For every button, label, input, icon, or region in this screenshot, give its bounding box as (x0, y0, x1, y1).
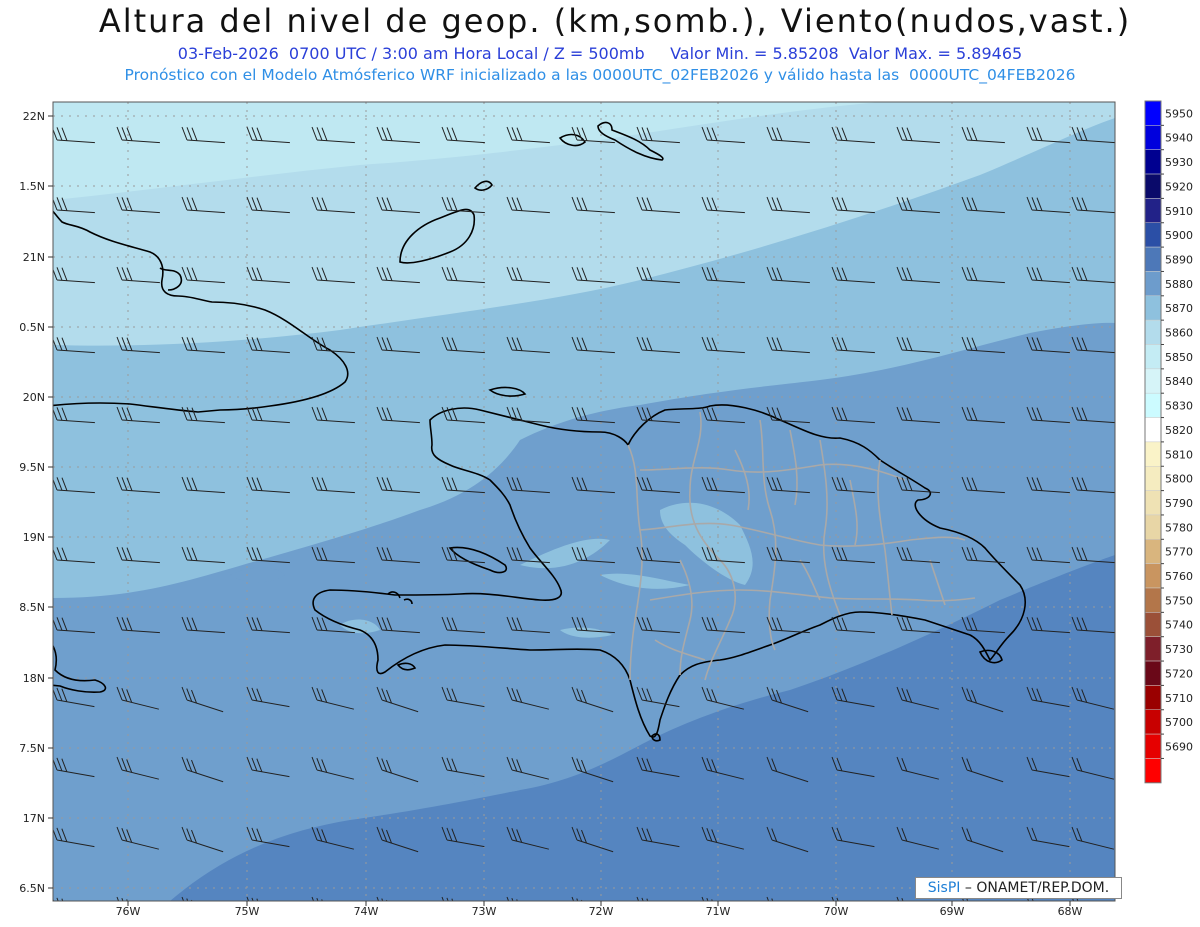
lat-tick-label: 21N (23, 251, 45, 264)
colorbar-label: 5820 (1165, 424, 1193, 437)
colorbar-swatch (1144, 125, 1162, 150)
colorbar-label: 5920 (1165, 180, 1193, 193)
colorbar-label: 5740 (1165, 619, 1193, 632)
lat-tick-label: 20N (23, 391, 45, 404)
lat-tick-label: 7.5N (19, 742, 45, 755)
lon-tick-label: 70W (824, 905, 849, 918)
colorbar-swatch (1144, 636, 1162, 662)
colorbar-label: 5840 (1165, 375, 1193, 388)
colorbar-label: 5910 (1165, 205, 1193, 218)
forecast-map: 22N 1.5N 21N 0.5N 20N 9.5N 19N 8.5N 18N 7.5N 17N 6.… (19, 100, 1193, 918)
colorbar-swatch (1144, 173, 1162, 199)
lon-tick-label: 76W (116, 905, 141, 918)
colorbar-swatch (1144, 368, 1162, 394)
lat-tick-label: 8.5N (19, 601, 45, 614)
colorbar-label: 5690 (1165, 740, 1193, 753)
colorbar-swatch (1144, 319, 1162, 345)
colorbar-swatch (1144, 514, 1162, 540)
lon-tick-label: 75W (235, 905, 260, 918)
colorbar-label: 5730 (1165, 643, 1193, 656)
colorbar-swatch (1144, 246, 1162, 272)
lat-tick-label: 9.5N (19, 461, 45, 474)
colorbar-label: 5770 (1165, 546, 1193, 559)
longitude-labels: 76W 75W 74W 73W 72W 71W 70W 69W 68W (116, 901, 1083, 918)
colorbar-label: 5890 (1165, 253, 1193, 266)
colorbar-label: 5850 (1165, 351, 1193, 364)
credit-org: – ONAMET/REP.DOM. (960, 880, 1110, 896)
lon-tick-label: 71W (706, 905, 731, 918)
colorbar-label: 5760 (1165, 570, 1193, 583)
lat-tick-label: 22N (23, 110, 45, 123)
colorbar-label: 5710 (1165, 692, 1193, 705)
colorbar-label: 5860 (1165, 327, 1193, 340)
colorbar-label: 5780 (1165, 521, 1193, 534)
colorbar-label: 5900 (1165, 229, 1193, 242)
colorbar-swatch (1144, 685, 1162, 711)
colorbar-swatch (1144, 587, 1162, 613)
colorbar-swatch (1144, 758, 1162, 784)
lat-tick-label: 19N (23, 531, 45, 544)
colorbar-swatch (1144, 733, 1162, 759)
colorbar-label: 5930 (1165, 156, 1193, 169)
lon-tick-label: 72W (589, 905, 614, 918)
colorbar-label: 5880 (1165, 278, 1193, 291)
colorbar-swatch (1144, 563, 1162, 589)
lon-tick-label: 73W (472, 905, 497, 918)
colorbar-swatch (1144, 271, 1162, 297)
colorbar-swatch (1144, 490, 1162, 516)
colorbar-swatch (1144, 222, 1162, 248)
colorbar-swatch (1144, 660, 1162, 686)
credit-box: SisPI – ONAMET/REP.DOM. (915, 877, 1122, 899)
colorbar: 5950 5940 5930 5920 5910 5900 5890 5880 5870 5860… (1144, 100, 1193, 784)
colorbar-swatch (1144, 612, 1162, 637)
geopotential-field (53, 102, 1115, 901)
lon-tick-label: 69W (940, 905, 965, 918)
colorbar-label: 5800 (1165, 473, 1193, 486)
lon-tick-label: 74W (354, 905, 379, 918)
colorbar-label: 5870 (1165, 302, 1193, 315)
colorbar-swatch (1144, 149, 1162, 175)
sispi-logo: SisPI (927, 880, 961, 896)
colorbar-swatch (1144, 417, 1162, 443)
colorbar-swatch (1144, 709, 1162, 735)
latitude-labels: 22N 1.5N 21N 0.5N 20N 9.5N 19N 8.5N 18N 7.5N 17N 6.… (19, 110, 53, 895)
lat-tick-label: 0.5N (19, 321, 45, 334)
colorbar-label: 5810 (1165, 448, 1193, 461)
colorbar-swatch (1144, 344, 1162, 370)
lat-tick-label: 6.5N (19, 882, 45, 895)
colorbar-label: 5720 (1165, 667, 1193, 680)
lat-tick-label: 18N (23, 672, 45, 685)
colorbar-label: 5790 (1165, 497, 1193, 510)
colorbar-swatch (1144, 392, 1162, 418)
colorbar-label: 5750 (1165, 594, 1193, 607)
colorbar-swatch (1144, 466, 1162, 491)
colorbar-swatch (1144, 539, 1162, 564)
lat-tick-label: 1.5N (19, 180, 45, 193)
colorbar-swatch (1144, 441, 1162, 467)
colorbar-label: 5940 (1165, 132, 1193, 145)
colorbar-label: 5950 (1165, 107, 1193, 120)
lon-tick-label: 68W (1058, 905, 1083, 918)
colorbar-swatch (1144, 295, 1162, 321)
colorbar-label: 5700 (1165, 716, 1193, 729)
colorbar-swatch (1144, 198, 1162, 223)
lat-tick-label: 17N (23, 812, 45, 825)
colorbar-swatch (1144, 100, 1162, 126)
colorbar-label: 5830 (1165, 400, 1193, 413)
